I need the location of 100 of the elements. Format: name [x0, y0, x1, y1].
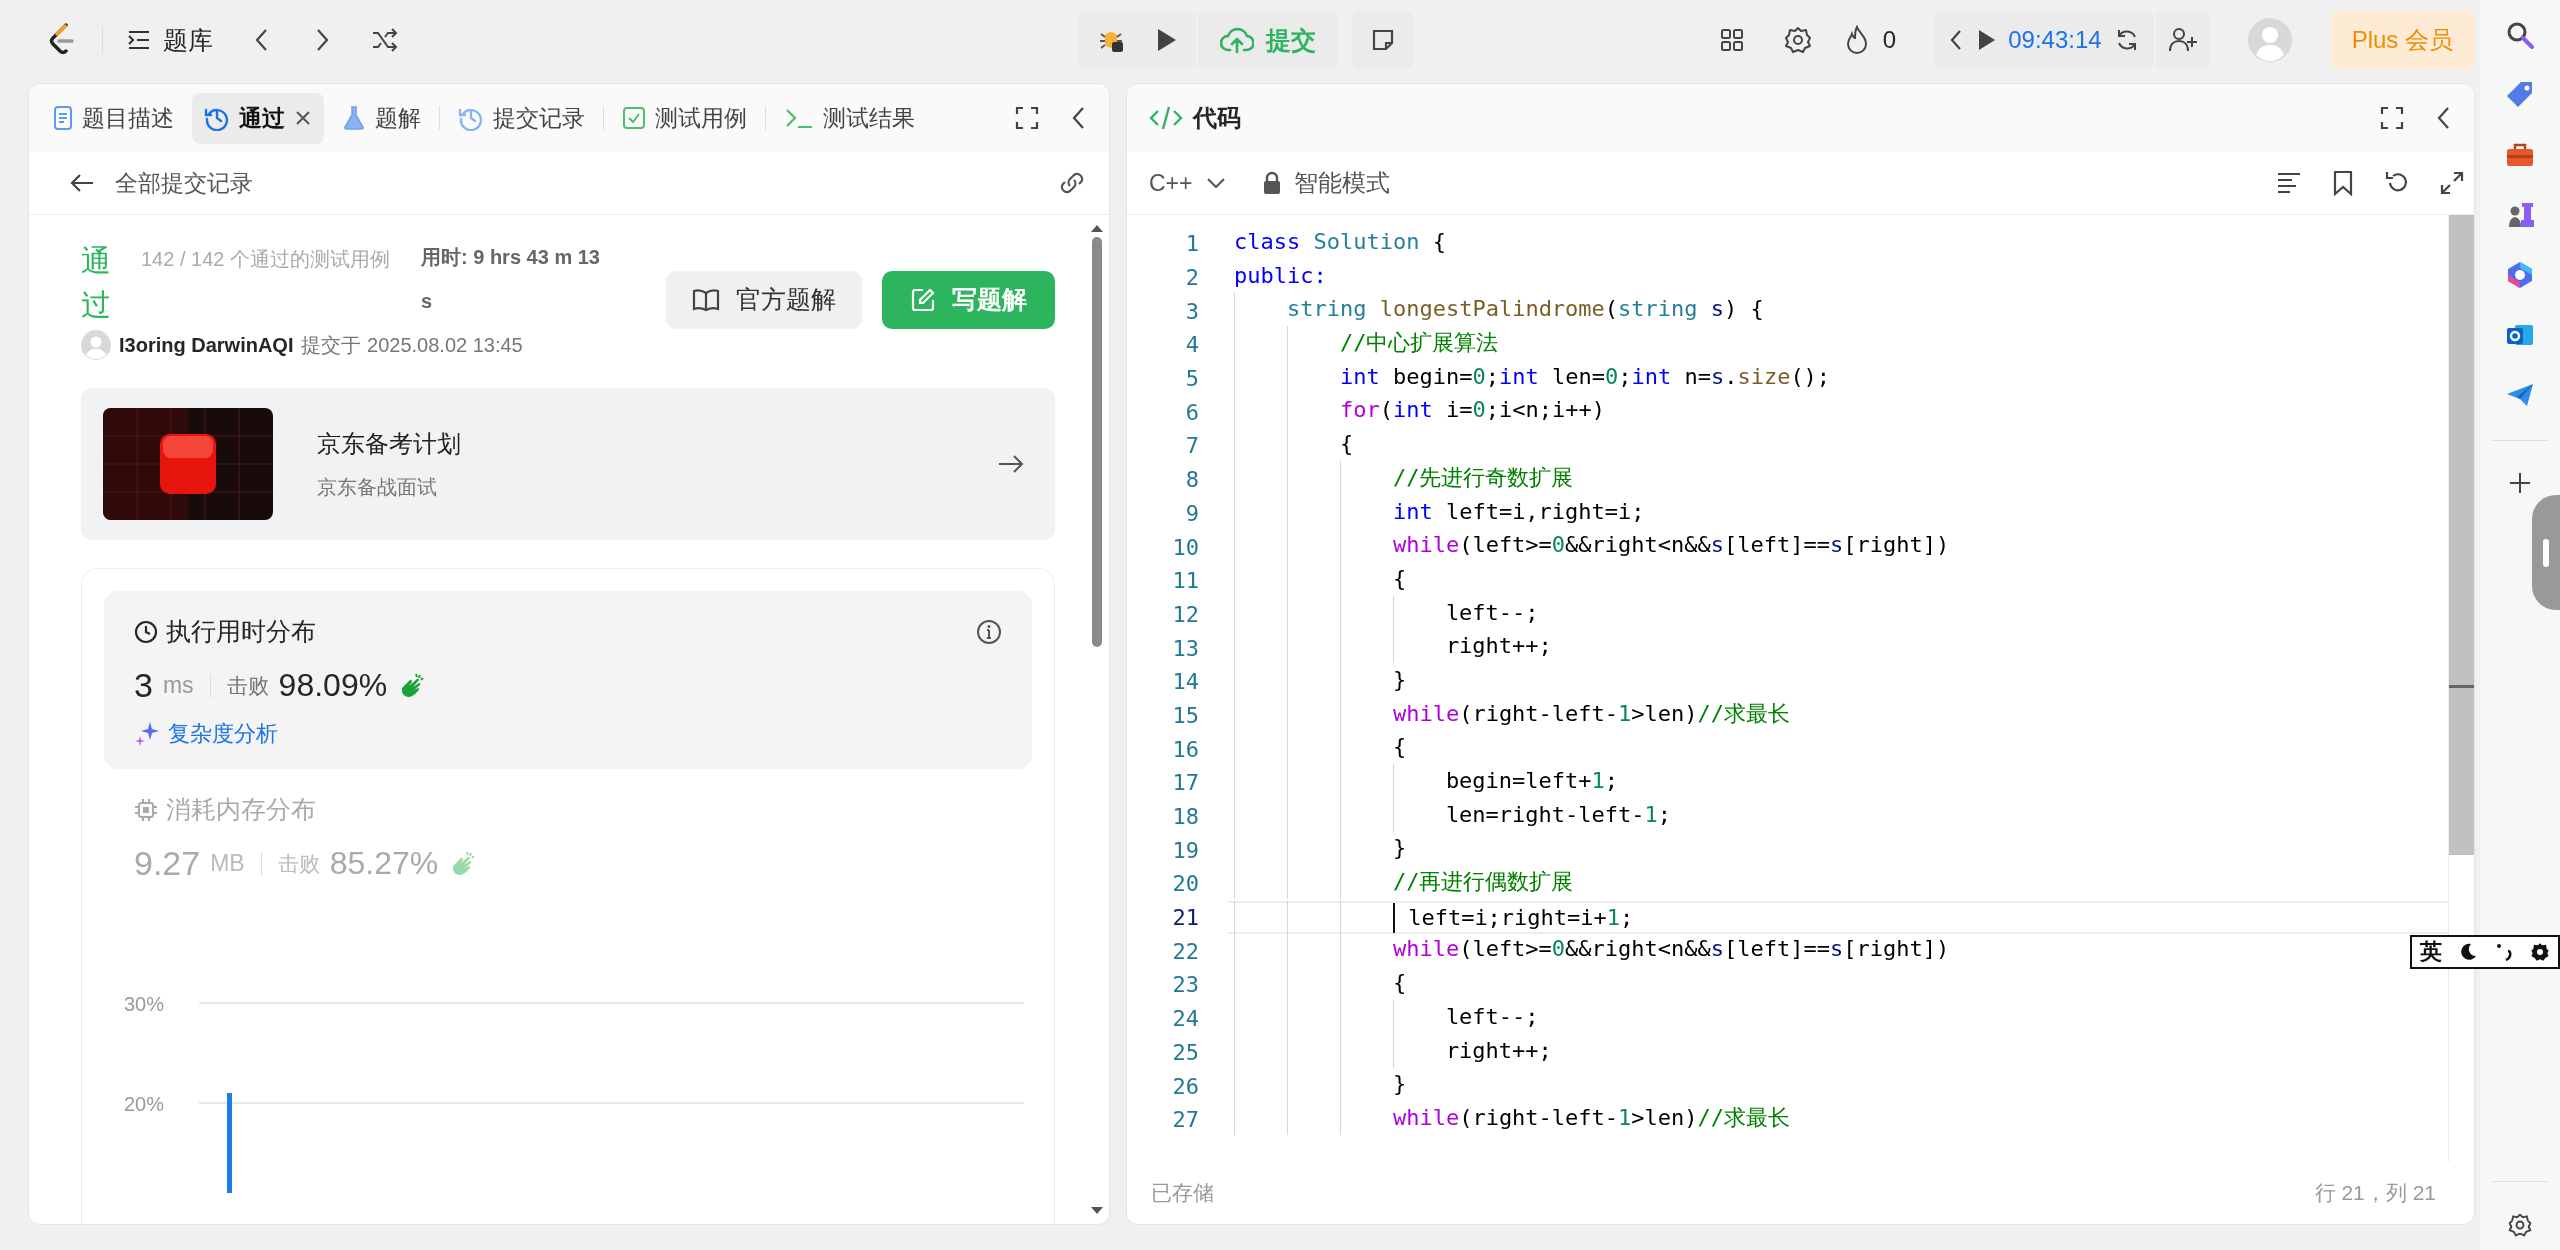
- close-icon[interactable]: [294, 109, 312, 127]
- code-line: while(left>=0&&right<n&&s[left]==s[right]): [1234, 530, 1950, 564]
- bookmark-icon[interactable]: [2332, 170, 2354, 196]
- expand-icon[interactable]: [2440, 171, 2464, 195]
- official-solution-button[interactable]: 官方题解: [666, 270, 862, 329]
- line-number: 6: [1184, 399, 1199, 425]
- checkbox-icon: [622, 106, 646, 130]
- code-line: while(right-left-1>len)//求最长: [1234, 1102, 1791, 1137]
- tab[interactable]: 通过: [192, 92, 324, 144]
- tab[interactable]: 测试结果: [772, 92, 927, 144]
- search-icon[interactable]: [2505, 20, 2535, 50]
- axis-label: 20%: [124, 1093, 165, 1115]
- submission-time: 提交于 2025.08.02 13:45: [301, 332, 523, 358]
- line-number: 21: [1171, 905, 1199, 931]
- code-line: string longestPalindrome(string s) {: [1234, 294, 1764, 329]
- settings-icon[interactable]: [2530, 942, 2550, 962]
- card-title: 执行用时分布: [166, 616, 316, 647]
- mode-toggle[interactable]: 智能模式: [1262, 167, 1391, 199]
- tab[interactable]: 题目描述: [41, 92, 186, 144]
- runtime-value: 3: [134, 666, 153, 705]
- code-line: len=right-left-1;: [1234, 799, 1672, 834]
- line-number: 20: [1171, 871, 1199, 897]
- line-number: 26: [1171, 1073, 1199, 1099]
- settings-icon[interactable]: [1782, 25, 1813, 55]
- book-icon: [692, 287, 720, 312]
- code-line: //先进行奇数扩展: [1234, 462, 1574, 497]
- memory-unit: MB: [210, 850, 245, 877]
- edit-icon: [910, 286, 936, 313]
- tab[interactable]: 题解: [330, 92, 433, 144]
- layout-icon[interactable]: [1718, 27, 1745, 53]
- settings-icon[interactable]: [2507, 1212, 2533, 1238]
- line-number: 13: [1171, 635, 1199, 661]
- note-icon[interactable]: [1370, 27, 1396, 53]
- tab[interactable]: 提交记录: [446, 92, 597, 144]
- add-user-icon[interactable]: [2167, 26, 2198, 54]
- sparkle-icon: [134, 721, 160, 747]
- complexity-analysis-link[interactable]: 复杂度分析: [134, 719, 278, 749]
- scroll-up-icon[interactable]: [1090, 223, 1104, 233]
- flame-icon[interactable]: [1844, 25, 1869, 55]
- line-number: 23: [1171, 972, 1199, 998]
- copilot-icon[interactable]: [2505, 260, 2535, 290]
- code-line: //再进行偶数扩展: [1234, 867, 1574, 901]
- tab[interactable]: 测试用例: [610, 92, 759, 144]
- shuffle-icon[interactable]: [371, 28, 399, 52]
- line-number: 1: [1184, 231, 1199, 257]
- fullscreen-icon[interactable]: [2380, 106, 2404, 130]
- line-number: 10: [1171, 534, 1199, 560]
- line-number: 22: [1171, 938, 1199, 964]
- line-number: 2: [1184, 265, 1199, 291]
- language-dropdown[interactable]: C++: [1149, 169, 1227, 197]
- promo-card[interactable]: 京东备考计划 京东备战面试: [81, 388, 1055, 540]
- terminal-icon: [784, 106, 814, 130]
- back-link[interactable]: 全部提交记录: [69, 167, 253, 199]
- promo-title: 京东备考计划: [317, 428, 462, 459]
- code-line: left--;: [1234, 597, 1539, 632]
- tag-icon[interactable]: [2505, 80, 2535, 110]
- scroll-down-icon[interactable]: [1090, 1206, 1104, 1216]
- code-line: right++;: [1234, 1035, 1552, 1070]
- play-icon[interactable]: [1976, 28, 1997, 52]
- line-number: 19: [1171, 837, 1199, 863]
- input-mode-text[interactable]: 英: [2420, 937, 2442, 967]
- author-name[interactable]: I3oring DarwinAQI: [119, 333, 294, 357]
- line-number: 16: [1171, 736, 1199, 762]
- list-icon: [127, 29, 151, 51]
- timer-text: 09:43:14: [2008, 26, 2102, 54]
- line-number: 15: [1171, 702, 1199, 728]
- code-line: left--;: [1234, 1001, 1539, 1036]
- line-number: 25: [1171, 1039, 1199, 1065]
- flask-icon: [342, 105, 366, 131]
- memory-value: 9.27: [134, 844, 201, 883]
- beats-percentage: 85.27%: [329, 845, 439, 882]
- test-cases-text: 142 / 142 个通过的测试用例: [141, 247, 391, 272]
- scrollbar-thumb[interactable]: [1092, 237, 1102, 647]
- line-number: 4: [1184, 332, 1199, 358]
- add-icon[interactable]: [2508, 471, 2532, 495]
- back-arrow-icon: [69, 172, 95, 194]
- line-number: 24: [1171, 1006, 1199, 1032]
- punctuation-icon[interactable]: [2494, 941, 2514, 963]
- line-number: 12: [1171, 601, 1199, 627]
- runtime-unit: ms: [162, 672, 194, 699]
- moon-icon[interactable]: [2458, 942, 2478, 962]
- scrollbar-thumb[interactable]: [2449, 215, 2474, 855]
- runtime-card[interactable]: 执行用时分布 3 ms 击败 98.09% 复杂度分析: [104, 591, 1032, 769]
- code-line: while(left>=0&&right<n&&s[left]==s[right]): [1234, 934, 1950, 969]
- code-line: {: [1234, 732, 1407, 766]
- problem-bank-button[interactable]: 题库: [127, 23, 213, 57]
- line-number: 8: [1184, 467, 1199, 493]
- fullscreen-icon[interactable]: [1015, 106, 1039, 130]
- status-text: 通过: [81, 243, 111, 323]
- lock-icon: [1262, 171, 1283, 195]
- line-number: 9: [1184, 500, 1199, 526]
- runtime-text: 用时: 9 hrs 43 m 13 s: [421, 245, 601, 314]
- info-icon[interactable]: [976, 618, 1002, 645]
- sidebar-handle[interactable]: [2532, 495, 2560, 610]
- panel-title: 代码: [1193, 103, 1241, 133]
- code-line: int begin=0;int len=0;int n=s.size();: [1234, 361, 1831, 396]
- beats-label: 击败: [226, 672, 269, 699]
- format-icon[interactable]: [2276, 171, 2302, 195]
- cursor-position: 行 21，列 21: [2314, 1180, 2436, 1206]
- code-line: right++;: [1234, 631, 1552, 665]
